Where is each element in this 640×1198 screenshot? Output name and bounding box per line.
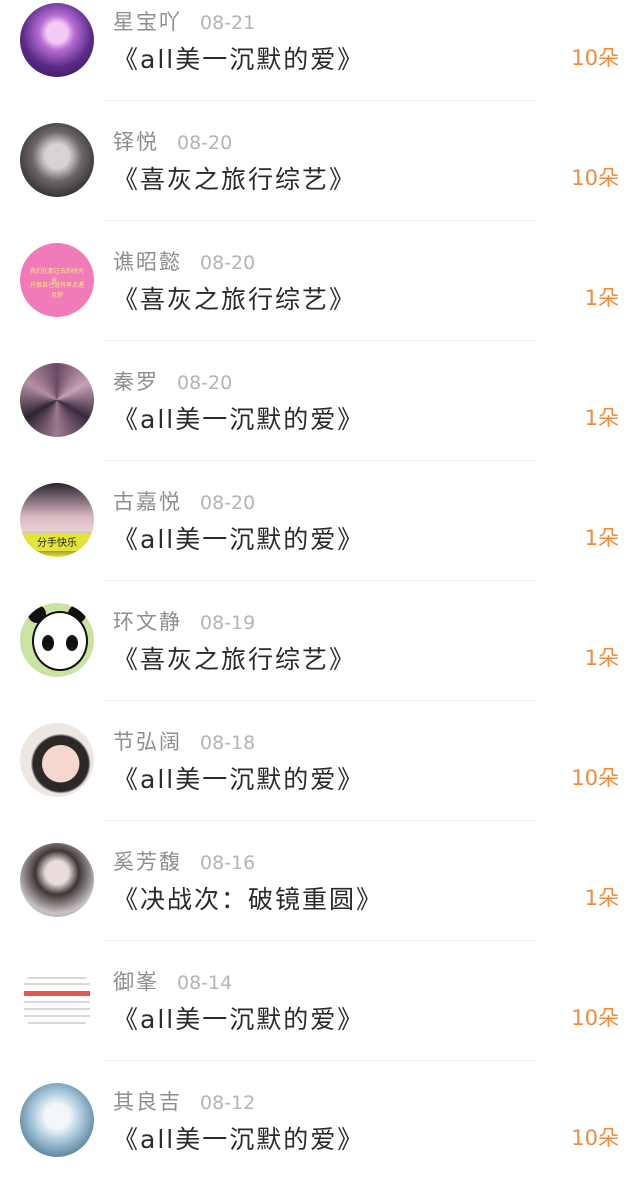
divider (105, 940, 535, 941)
avatar[interactable] (20, 723, 94, 797)
list-item[interactable]: 节弘阔 08-18 《all美一沉默的爱》 10朵 (0, 718, 640, 838)
list-item[interactable]: 奚芳馥 08-16 《决战次：破镜重圆》 1朵 (0, 838, 640, 958)
flower-count: 10朵 (571, 1126, 619, 1150)
sheet-line (24, 977, 90, 979)
book-title[interactable]: 《喜灰之旅行综艺》 (113, 640, 356, 676)
list-item[interactable]: 环文静 08-19 《喜灰之旅行综艺》 1朵 (0, 598, 640, 718)
record-date: 08-19 (200, 612, 256, 634)
user-name: 谯昭懿 (113, 250, 182, 274)
list-item[interactable]: 我们在那过去的时光里， 只恨自己没有早点遇见你 谯昭懿 08-20 《喜灰之旅行… (0, 238, 640, 358)
list-item[interactable]: 分手快乐 古嘉悦 08-20 《all美一沉默的爱》 1朵 (0, 478, 640, 598)
avatar[interactable] (20, 363, 94, 437)
user-name: 星宝吖 (113, 10, 182, 34)
list-item[interactable]: 御峯 08-14 《all美一沉默的爱》 10朵 (0, 958, 640, 1078)
avatar[interactable] (20, 843, 94, 917)
flower-count: 1朵 (584, 406, 619, 430)
divider (105, 100, 535, 101)
flower-count: 1朵 (584, 526, 619, 550)
avatar[interactable] (20, 963, 94, 1037)
sheet-line (24, 983, 90, 985)
flower-count: 10朵 (571, 766, 619, 790)
divider (105, 580, 535, 581)
book-title[interactable]: 《all美一沉默的爱》 (113, 520, 364, 556)
user-name: 节弘阔 (113, 730, 182, 754)
divider (105, 340, 535, 341)
user-name: 古嘉悦 (113, 490, 182, 514)
divider (105, 1060, 535, 1061)
record-date: 08-20 (200, 492, 256, 514)
record-date: 08-12 (200, 1092, 256, 1114)
flower-count: 1朵 (584, 286, 619, 310)
book-title[interactable]: 《决战次：破镜重圆》 (113, 880, 383, 916)
book-title[interactable]: 《all美一沉默的爱》 (113, 760, 364, 796)
record-date: 08-20 (177, 132, 233, 154)
avatar[interactable]: 我们在那过去的时光里， 只恨自己没有早点遇见你 (20, 243, 94, 317)
sheet-header (24, 991, 90, 996)
avatar-caption: 分手快乐 (37, 538, 77, 549)
record-date: 08-21 (200, 12, 256, 34)
flower-count: 1朵 (584, 886, 619, 910)
avatar[interactable]: 分手快乐 (20, 483, 94, 557)
record-date: 08-20 (200, 252, 256, 274)
panda-eye (66, 635, 78, 651)
avatar[interactable] (20, 123, 94, 197)
divider (105, 820, 535, 821)
book-title[interactable]: 《喜灰之旅行综艺》 (113, 160, 356, 196)
user-name: 奚芳馥 (113, 850, 182, 874)
book-title[interactable]: 《喜灰之旅行综艺》 (113, 280, 356, 316)
record-date: 08-18 (200, 732, 256, 754)
book-title[interactable]: 《all美一沉默的爱》 (113, 1120, 364, 1156)
sheet-line (24, 1001, 90, 1003)
panda-icon (32, 611, 88, 671)
record-date: 08-20 (177, 372, 233, 394)
flower-count: 10朵 (571, 1006, 619, 1030)
flower-count: 10朵 (571, 166, 619, 190)
flower-count: 10朵 (571, 46, 619, 70)
sheet-line (24, 1022, 90, 1024)
book-title[interactable]: 《all美一沉默的爱》 (113, 1000, 364, 1036)
divider (105, 220, 535, 221)
user-name: 铎悦 (113, 130, 159, 154)
list-item[interactable]: 星宝吖 08-21 《all美一沉默的爱》 10朵 (0, 0, 640, 118)
user-name: 环文静 (113, 610, 182, 634)
user-name: 御峯 (113, 970, 159, 994)
divider (105, 460, 535, 461)
panda-eye (42, 635, 54, 651)
list-item[interactable]: 铎悦 08-20 《喜灰之旅行综艺》 10朵 (0, 118, 640, 238)
book-title[interactable]: 《all美一沉默的爱》 (113, 400, 364, 436)
sheet-line (24, 1015, 90, 1017)
user-name: 其良吉 (113, 1090, 182, 1114)
sheet-line (24, 1008, 90, 1010)
gift-record-list: 星宝吖 08-21 《all美一沉默的爱》 10朵 铎悦 08-20 《喜灰之旅… (0, 0, 640, 1198)
avatar[interactable] (20, 1083, 94, 1157)
record-date: 08-16 (200, 852, 256, 874)
avatar-caption: 只恨自己没有早点遇见你 (29, 282, 84, 299)
flower-count: 1朵 (584, 646, 619, 670)
divider (105, 700, 535, 701)
avatar[interactable] (20, 603, 94, 677)
list-item[interactable]: 其良吉 08-12 《all美一沉默的爱》 10朵 (0, 1078, 640, 1198)
record-date: 08-14 (177, 972, 233, 994)
list-item[interactable]: 秦罗 08-20 《all美一沉默的爱》 1朵 (0, 358, 640, 478)
book-title[interactable]: 《all美一沉默的爱》 (113, 40, 364, 76)
user-name: 秦罗 (113, 370, 159, 394)
avatar[interactable] (20, 3, 94, 77)
